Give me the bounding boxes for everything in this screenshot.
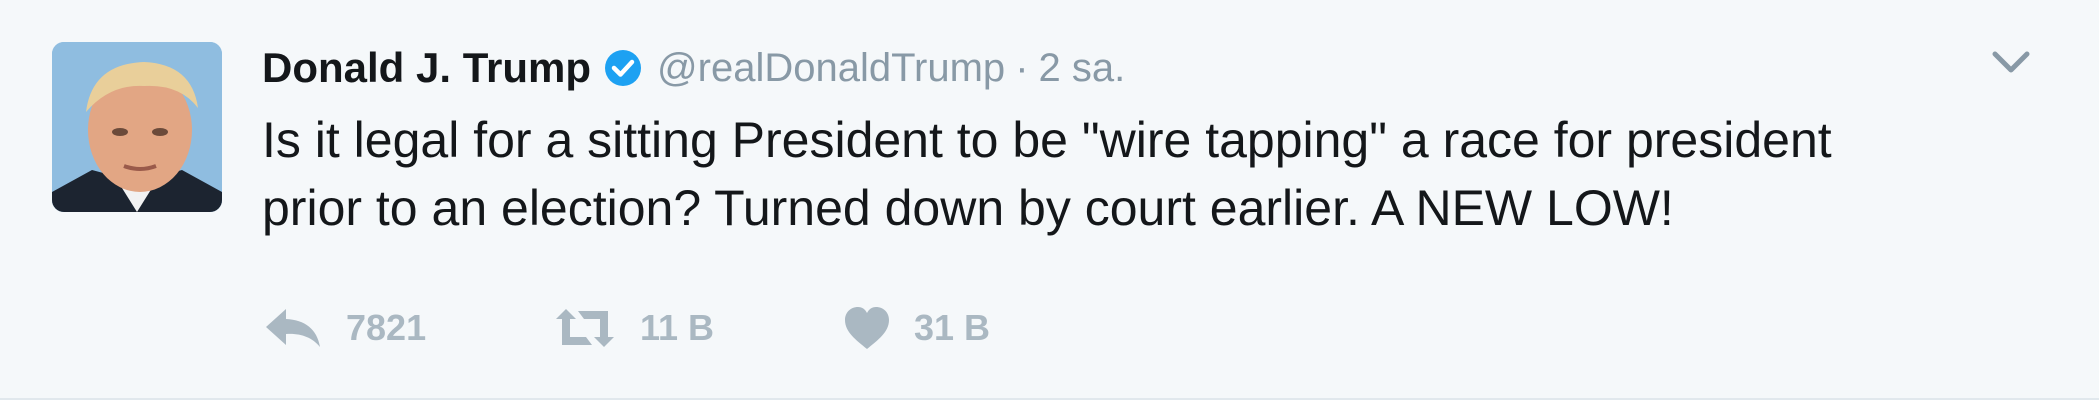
- avatar[interactable]: [52, 42, 222, 212]
- tweet-text-line-2: prior to an election? Turned down by cou…: [262, 180, 1674, 236]
- retweet-icon: [556, 309, 614, 347]
- avatar-image: [52, 42, 222, 212]
- tweet-text-line-1: Is it legal for a sitting President to b…: [262, 112, 1832, 168]
- heart-icon: [845, 307, 889, 349]
- tweet-header: Donald J. Trump @realDonaldTrump · 2 sa.: [262, 38, 1125, 98]
- header-separator: ·: [1015, 45, 1029, 90]
- tweet-text: Is it legal for a sitting President to b…: [262, 106, 2042, 242]
- tweet-timestamp[interactable]: 2 sa.: [1039, 46, 1126, 91]
- reply-count: 7821: [346, 307, 427, 348]
- reply-icon: [266, 309, 320, 347]
- user-handle[interactable]: @realDonaldTrump: [657, 46, 1005, 91]
- retweet-count: 11 B: [640, 307, 715, 348]
- reply-button[interactable]: 7821: [262, 305, 552, 351]
- tweet-actions: 7821 11 B 31 B: [262, 298, 1102, 358]
- verified-badge-icon: [603, 48, 643, 88]
- tweet-card[interactable]: Donald J. Trump @realDonaldTrump · 2 sa.…: [0, 0, 2099, 400]
- retweet-button[interactable]: 11 B: [552, 305, 842, 351]
- like-button[interactable]: 31 B: [842, 305, 1102, 351]
- chevron-down-icon[interactable]: [1989, 46, 2033, 80]
- display-name[interactable]: Donald J. Trump: [262, 44, 591, 92]
- like-count: 31 B: [914, 307, 991, 348]
